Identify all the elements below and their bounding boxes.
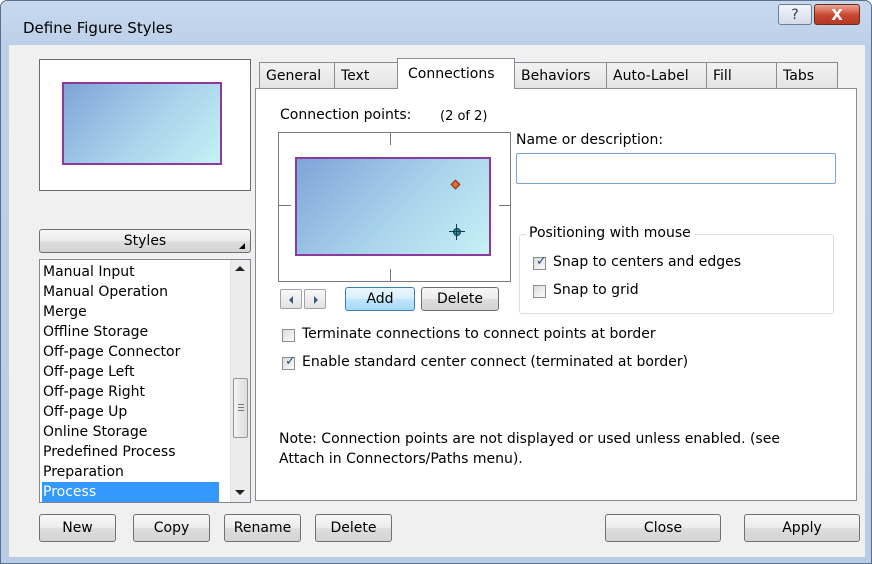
dialog-body: Styles Manual Input Manual Operation Merge… [9, 45, 865, 557]
style-list-item[interactable]: Merge [42, 302, 219, 322]
close-button-label: Close [643, 520, 683, 536]
tab-connections[interactable]: Connections [397, 58, 515, 89]
close-icon: X [831, 5, 843, 24]
preview-shape [62, 82, 222, 165]
name-description-label: Name or description: [516, 132, 664, 148]
connection-points-canvas[interactable] [278, 132, 511, 282]
apply-button[interactable]: Apply [744, 514, 860, 542]
connection-point-1-icon[interactable] [450, 179, 461, 190]
delete-point-label: Delete [437, 291, 483, 307]
positioning-legend: Positioning with mouse [526, 225, 694, 241]
next-point-button[interactable] [304, 289, 326, 309]
close-button[interactable]: Close [605, 514, 721, 542]
window-title: Define Figure Styles [23, 19, 173, 37]
top-tick [390, 133, 391, 145]
right-tick [499, 205, 511, 206]
scroll-up-icon[interactable] [235, 266, 245, 271]
new-button-label: New [62, 520, 93, 536]
style-list-item[interactable]: Offline Storage [42, 322, 219, 342]
style-list-item[interactable]: Manual Input [42, 262, 219, 282]
positioning-group [519, 234, 834, 314]
copy-button-label: Copy [153, 520, 190, 536]
snap-grid-checkbox[interactable] [533, 285, 546, 298]
note-line-1: Note: Connection points are not displaye… [279, 431, 780, 447]
close-window-button[interactable]: X [814, 4, 860, 25]
style-list-item[interactable]: Preparation [42, 462, 219, 482]
crosshair-v [456, 224, 457, 240]
grip-line [238, 407, 244, 408]
snap-grid-label[interactable]: Snap to grid [553, 282, 639, 298]
tab-general[interactable]: General [259, 62, 335, 88]
prev-point-button[interactable] [280, 289, 302, 309]
checkmark-icon: ✓ [285, 354, 296, 369]
bottom-tick [390, 269, 391, 281]
styles-button-label: Styles [123, 233, 167, 249]
grip-line [238, 404, 244, 405]
style-list-item[interactable]: Manual Operation [42, 282, 219, 302]
styles-button[interactable]: Styles [39, 229, 251, 253]
terminate-connections-label[interactable]: Terminate connections to connect points … [302, 326, 656, 342]
delete-point-button[interactable]: Delete [421, 287, 499, 311]
add-point-label: Add [366, 291, 394, 307]
tab-auto-label[interactable]: Auto-Label [606, 62, 707, 88]
snap-centers-checkbox[interactable]: ✓ [533, 254, 547, 270]
scrollbar-thumb[interactable] [233, 378, 248, 438]
add-point-button[interactable]: Add [345, 287, 415, 311]
copy-button[interactable]: Copy [133, 514, 210, 542]
tab-behaviors[interactable]: Behaviors [514, 62, 607, 88]
enable-center-connect-checkbox[interactable]: ✓ [282, 354, 296, 370]
help-icon: ? [791, 6, 799, 23]
style-list-item[interactable]: Off-page Right [42, 382, 219, 402]
style-list-item[interactable]: Off-page Connector [42, 342, 219, 362]
dropdown-arrow-icon [239, 243, 245, 249]
apply-button-label: Apply [782, 520, 822, 536]
grip-line [238, 410, 244, 411]
connection-points-count: (2 of 2) [440, 109, 488, 124]
dialog-window: Define Figure Styles ? X Styles Manual I… [0, 0, 872, 564]
checkmark-icon: ✓ [536, 254, 547, 269]
style-list-item[interactable]: Process [42, 482, 219, 502]
style-list-item[interactable]: Online Storage [42, 422, 219, 442]
crosshair-h [449, 231, 465, 232]
note-line-2: Attach in Connectors/Paths menu). [279, 451, 523, 467]
style-list-item[interactable]: Off-page Left [42, 362, 219, 382]
enable-center-connect-label[interactable]: Enable standard center connect (terminat… [302, 354, 688, 370]
figure-preview [39, 59, 251, 191]
styles-list-scrollbar[interactable] [230, 260, 250, 502]
delete-style-button[interactable]: Delete [315, 514, 392, 542]
style-list-item[interactable]: Off-page Up [42, 402, 219, 422]
title-bar: Define Figure Styles ? X [1, 1, 871, 45]
rename-button-label: Rename [233, 520, 292, 536]
snap-centers-label[interactable]: Snap to centers and edges [553, 254, 741, 270]
scroll-down-icon[interactable] [235, 490, 245, 495]
tab-text[interactable]: Text [334, 62, 398, 88]
name-description-input[interactable] [516, 153, 836, 184]
arrow-right-icon [314, 296, 318, 304]
styles-list[interactable]: Manual Input Manual Operation Merge Offline… [39, 259, 251, 503]
style-list-item[interactable]: Predefined Process [42, 442, 219, 462]
delete-style-label: Delete [330, 520, 377, 536]
connection-points-label: Connection points: [280, 107, 412, 123]
connection-shape [295, 157, 491, 256]
terminate-connections-checkbox[interactable] [282, 329, 295, 342]
help-button[interactable]: ? [778, 4, 812, 25]
arrow-left-icon [289, 296, 293, 304]
left-tick [279, 205, 291, 206]
tab-tabs[interactable]: Tabs [776, 62, 838, 88]
new-button[interactable]: New [39, 514, 116, 542]
rename-button[interactable]: Rename [224, 514, 301, 542]
tab-fill[interactable]: Fill [706, 62, 777, 88]
connection-point-2-icon[interactable] [453, 228, 461, 236]
